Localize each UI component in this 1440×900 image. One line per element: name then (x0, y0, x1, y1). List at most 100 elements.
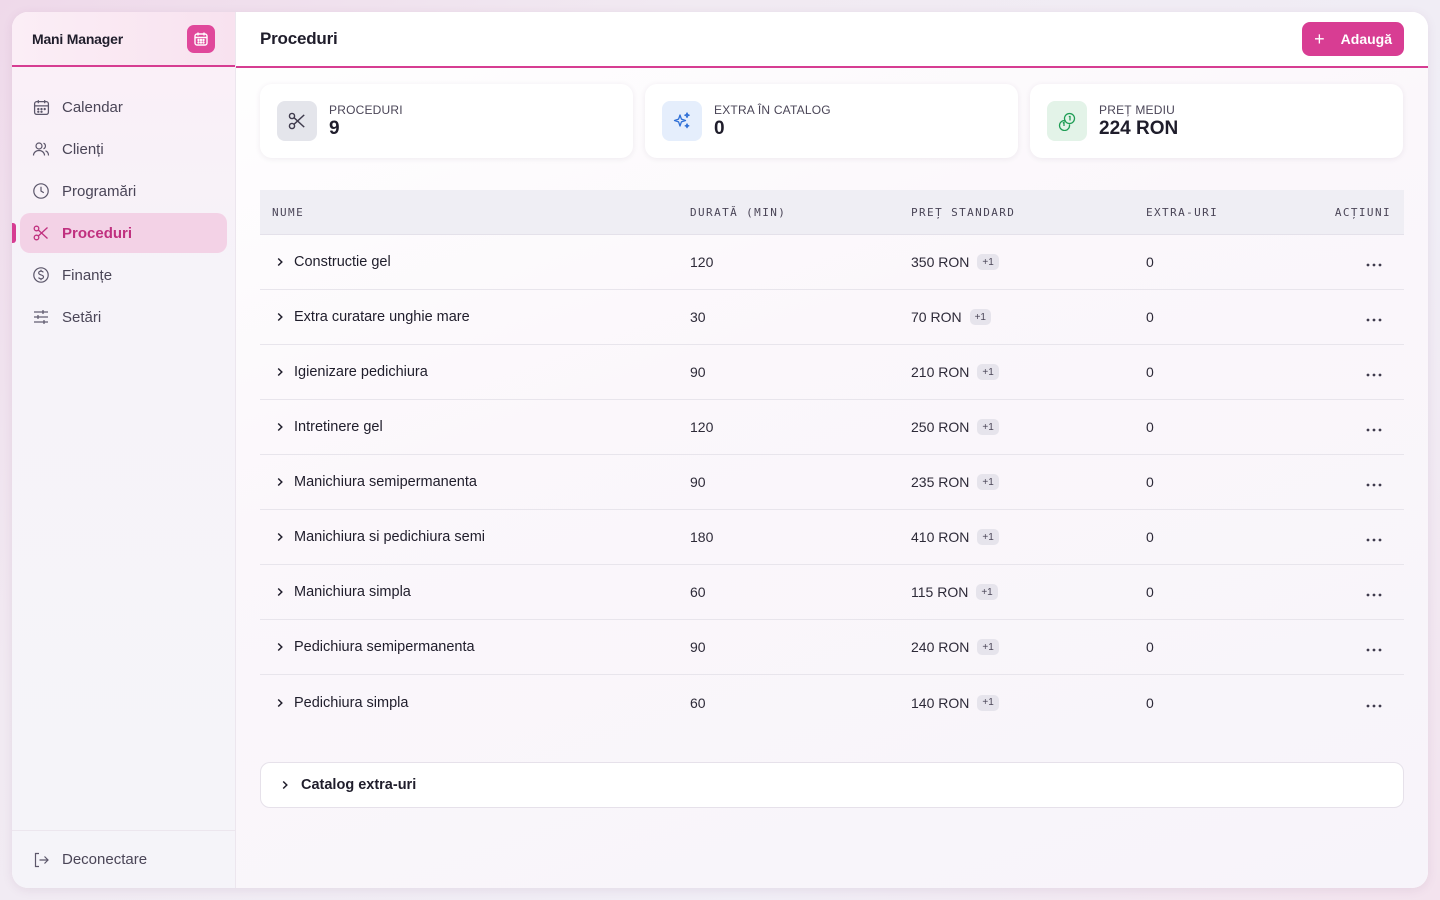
table-row[interactable]: Manichiura semipermanenta 90 235 RON +1 … (260, 455, 1404, 510)
price-value: 350 RON (911, 254, 970, 270)
calendar-icon[interactable] (187, 24, 215, 53)
price-cell: 235 RON +1 (911, 474, 1146, 490)
more-actions-icon[interactable] (1366, 419, 1382, 435)
row-actions-cell (1286, 364, 1404, 380)
procedure-name: Constructie gel (294, 254, 391, 270)
table-row[interactable]: Manichiura simpla 60 115 RON +1 0 (260, 565, 1404, 620)
stats-row: PROCEDURI 9 EXTRA ÎN CATALOG 0 PREȚ MEDI… (260, 84, 1404, 158)
sidebar-item-label: Calendar (62, 98, 123, 116)
extras-cell: 0 (1146, 419, 1154, 435)
extras-cell: 0 (1146, 639, 1154, 655)
extras-cell: 0 (1146, 474, 1154, 490)
table-row[interactable]: Igienizare pedichiura 90 210 RON +1 0 (260, 345, 1404, 400)
scissors-icon (277, 101, 317, 141)
sidebar-item-appointments[interactable]: Programări (20, 171, 227, 211)
chevron-right-icon[interactable] (274, 256, 286, 268)
more-actions-icon[interactable] (1366, 474, 1382, 490)
coins-icon (1047, 101, 1087, 141)
row-actions-cell (1286, 695, 1404, 711)
price-cell: 140 RON +1 (911, 694, 1146, 711)
column-header-name[interactable]: NUME (260, 206, 690, 219)
price-variants-badge: +1 (969, 309, 991, 325)
extras-cell: 0 (1146, 529, 1154, 545)
sparkles-icon (662, 101, 702, 141)
catalog-extras-toggle[interactable]: Catalog extra-uri (260, 762, 1404, 808)
logout-label: Deconectare (62, 851, 148, 868)
chevron-right-icon[interactable] (274, 311, 286, 323)
price-value: 235 RON (911, 474, 970, 490)
price-variants-badge: +1 (977, 474, 999, 490)
stat-value: 224 RON (1099, 117, 1179, 139)
stat-label: PROCEDURI (329, 102, 403, 117)
more-actions-icon[interactable] (1366, 529, 1382, 545)
row-actions-cell (1286, 474, 1404, 490)
duration-cell: 60 (690, 694, 706, 711)
column-header-duration[interactable]: DURATĂ (MIN) (690, 206, 911, 219)
price-variants-badge: +1 (977, 529, 999, 545)
procedure-name: Extra curatare unghie mare (294, 309, 470, 325)
table-row[interactable]: Pedichiura simpla 60 140 RON +1 0 (260, 675, 1404, 730)
table-row[interactable]: Intretinere gel 120 250 RON +1 0 (260, 400, 1404, 455)
price-value: 140 RON (911, 694, 970, 711)
duration-cell: 30 (690, 309, 706, 325)
extras-cell: 0 (1146, 254, 1154, 270)
table-row[interactable]: Constructie gel 120 350 RON +1 0 (260, 235, 1404, 290)
more-actions-icon[interactable] (1366, 639, 1382, 655)
users-icon (32, 140, 50, 158)
price-variants-badge: +1 (977, 694, 999, 711)
column-header-actions: ACȚIUNI (1334, 205, 1391, 219)
duration-cell: 120 (690, 254, 714, 270)
row-actions-cell (1286, 309, 1404, 325)
row-actions-cell (1286, 254, 1404, 270)
procedure-name-cell: Pedichiura semipermanenta (260, 639, 690, 655)
sidebar-item-label: Setări (62, 308, 102, 326)
row-actions-cell (1286, 419, 1404, 435)
price-value: 250 RON (911, 419, 970, 435)
price-value: 210 RON (911, 364, 970, 380)
more-actions-icon[interactable] (1366, 364, 1382, 380)
more-actions-icon[interactable] (1366, 584, 1382, 600)
table-row[interactable]: Pedichiura semipermanenta 90 240 RON +1 … (260, 620, 1404, 675)
procedure-name-cell: Manichiura semipermanenta (260, 474, 690, 490)
chevron-right-icon[interactable] (274, 586, 286, 598)
chevron-right-icon[interactable] (274, 476, 286, 488)
page-title: Proceduri (260, 29, 338, 48)
procedure-name: Manichiura simpla (294, 584, 411, 600)
table-row[interactable]: Manichiura si pedichiura semi 180 410 RO… (260, 510, 1404, 565)
duration-cell: 180 (690, 529, 714, 545)
sidebar-item-settings[interactable]: Setări (20, 297, 227, 337)
plus-icon: + (1314, 29, 1325, 49)
chevron-right-icon[interactable] (274, 531, 286, 543)
procedure-name-cell: Manichiura si pedichiura semi (260, 529, 690, 545)
row-actions-cell (1286, 529, 1404, 545)
row-actions-cell (1286, 584, 1404, 600)
sidebar-item-clients[interactable]: Clienți (20, 129, 227, 169)
more-actions-icon[interactable] (1366, 309, 1382, 325)
procedure-name: Manichiura semipermanenta (294, 474, 477, 490)
table-row[interactable]: Extra curatare unghie mare 30 70 RON +1 … (260, 290, 1404, 345)
extras-cell: 0 (1146, 694, 1154, 711)
row-actions-cell (1286, 639, 1404, 655)
chevron-right-icon[interactable] (274, 641, 286, 653)
procedure-name: Igienizare pedichiura (294, 364, 428, 380)
logout-button[interactable]: Deconectare (12, 830, 235, 888)
add-button[interactable]: + Adaugă (1302, 22, 1404, 56)
duration-cell: 90 (690, 639, 706, 655)
sidebar: Mani Manager Calendar Clienți Programări… (12, 12, 236, 888)
procedure-name: Manichiura si pedichiura semi (294, 529, 485, 545)
chevron-right-icon[interactable] (274, 366, 286, 378)
chevron-right-icon[interactable] (274, 697, 286, 709)
chevron-right-icon[interactable] (274, 421, 286, 433)
dollar-circle-icon (32, 266, 50, 284)
clock-icon (32, 182, 50, 200)
duration-cell: 60 (690, 584, 706, 600)
column-header-extras[interactable]: EXTRA-URI (1146, 206, 1286, 219)
more-actions-icon[interactable] (1366, 254, 1382, 270)
more-actions-icon[interactable] (1366, 695, 1382, 711)
sidebar-item-procedures[interactable]: Proceduri (12, 213, 227, 253)
sidebar-item-finance[interactable]: Finanțe (20, 255, 227, 295)
stat-value: 9 (329, 117, 340, 139)
sidebar-item-calendar[interactable]: Calendar (20, 87, 227, 127)
price-value: 240 RON (911, 639, 970, 655)
column-header-price[interactable]: PREȚ STANDARD (911, 206, 1146, 219)
